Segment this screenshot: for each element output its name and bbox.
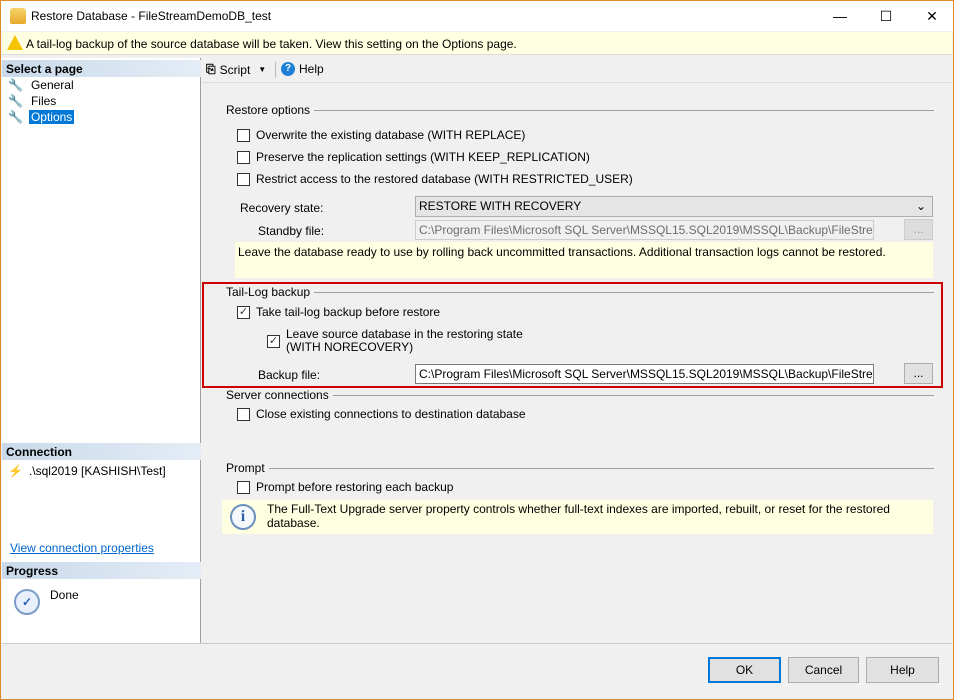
progress-status: Done (50, 588, 79, 602)
page-files[interactable]: 🔧 Files (8, 93, 58, 109)
connection-header: Connection (2, 443, 201, 460)
warning-icon (7, 35, 23, 50)
help-toolbar-button[interactable]: ? Help (281, 62, 324, 76)
wrench-icon: 🔧 (8, 110, 23, 124)
page-options[interactable]: 🔧 Options (8, 109, 75, 125)
info-icon: i (230, 504, 256, 530)
toolbar-divider-line (202, 82, 952, 83)
tail-log-group: Tail-Log backup (226, 285, 934, 299)
leave-restoring-checkbox[interactable]: ✓ Leave source database in the restoring … (267, 328, 523, 354)
restore-database-icon (10, 8, 26, 24)
toolbar-divider (275, 62, 276, 78)
standby-browse-button[interactable]: ... (904, 219, 933, 240)
overwrite-checkbox[interactable]: Overwrite the existing database (WITH RE… (237, 128, 525, 142)
backup-browse-button[interactable]: ... (904, 363, 933, 384)
standby-file-label: Standby file: (258, 224, 325, 238)
recovery-state-label: Recovery state: (240, 201, 324, 215)
restore-options-group: Restore options (226, 103, 934, 117)
server-connections-group: Server connections (226, 388, 934, 402)
connection-plug-icon: ⚡ (8, 464, 23, 478)
chevron-down-icon: ⌄ (915, 199, 926, 213)
window-title: Restore Database - FileStreamDemoDB_test (31, 9, 272, 23)
prompt-group: Prompt (226, 461, 934, 475)
options-pane: ⎘ Script ▼ ? Help Restore options Overwrite… (202, 58, 952, 643)
preserve-replication-checkbox[interactable]: Preserve the replication settings (WITH … (237, 150, 590, 164)
close-button[interactable]: ✕ (909, 1, 954, 31)
maximize-button[interactable]: ☐ (863, 1, 909, 31)
recovery-state-select[interactable]: RESTORE WITH RECOVERY ⌄ (415, 196, 933, 217)
ok-button[interactable]: OK (708, 657, 781, 683)
take-tail-log-checkbox[interactable]: ✓ Take tail-log backup before restore (237, 305, 440, 319)
wrench-icon: 🔧 (8, 94, 23, 108)
script-button[interactable]: ⎘ Script ▼ (206, 62, 266, 77)
title-bar: Restore Database - FileStreamDemoDB_test… (1, 1, 953, 31)
help-icon: ? (281, 62, 295, 76)
wrench-icon: 🔧 (8, 78, 23, 92)
minimize-button[interactable]: — (817, 1, 863, 31)
cancel-button[interactable]: Cancel (788, 657, 859, 683)
script-icon: ⎘ (206, 62, 216, 76)
page-general[interactable]: 🔧 General (8, 77, 76, 93)
recovery-note: Leave the database ready to use by rolli… (235, 242, 933, 278)
backup-file-input[interactable]: C:\Program Files\Microsoft SQL Server\MS… (415, 364, 874, 384)
chevron-down-icon: ▼ (258, 65, 267, 74)
warning-bar: A tail-log backup of the source database… (2, 32, 952, 55)
restrict-access-checkbox[interactable]: Restrict access to the restored database… (237, 172, 633, 186)
footer-divider (2, 643, 952, 644)
prompt-before-restore-checkbox[interactable]: Prompt before restoring each backup (237, 480, 453, 494)
warning-text: A tail-log backup of the source database… (26, 37, 517, 51)
progress-header: Progress (2, 562, 201, 579)
page-selector-pane: Select a page 🔧 General 🔧 Files 🔧 Options C… (2, 58, 201, 643)
done-check-icon: ✓ (14, 589, 40, 615)
backup-file-label: Backup file: (258, 368, 321, 382)
help-button[interactable]: Help (866, 657, 939, 683)
full-text-info: i The Full-Text Upgrade server property … (222, 500, 933, 534)
view-connection-properties-link[interactable]: View connection properties (10, 541, 154, 555)
connection-info: ⚡ .\sql2019 [KASHISH\Test] (8, 464, 166, 478)
standby-file-input[interactable]: C:\Program Files\Microsoft SQL Server\MS… (415, 220, 874, 240)
select-page-header: Select a page (2, 60, 201, 77)
close-connections-checkbox[interactable]: Close existing connections to destinatio… (237, 407, 526, 421)
